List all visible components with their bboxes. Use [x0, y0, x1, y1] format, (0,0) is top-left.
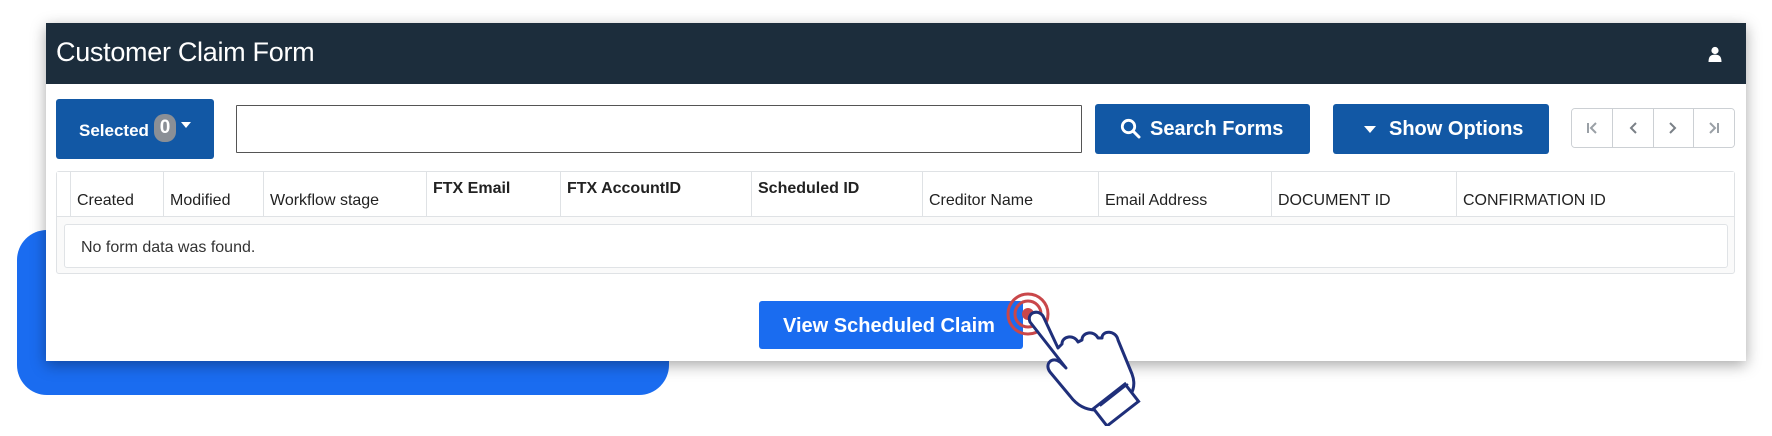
previous-page-icon: [1629, 122, 1637, 134]
first-page-button[interactable]: [1572, 109, 1613, 147]
view-scheduled-claim-button[interactable]: View Scheduled Claim: [759, 301, 1023, 349]
selected-count-badge: 0: [154, 114, 176, 142]
column-header-email-address[interactable]: Email Address: [1098, 172, 1271, 217]
user-icon[interactable]: [1708, 46, 1722, 62]
forms-table: Created Modified Workflow stage FTX Emai…: [56, 171, 1735, 274]
last-page-icon: [1709, 122, 1720, 134]
column-header-workflow-stage[interactable]: Workflow stage: [263, 172, 426, 217]
last-page-button[interactable]: [1694, 109, 1734, 147]
search-icon: [1120, 118, 1141, 139]
search-input[interactable]: [236, 105, 1082, 153]
column-header-document-id[interactable]: DOCUMENT ID: [1271, 172, 1456, 217]
search-forms-label: Search Forms: [1150, 118, 1284, 140]
page-title: Customer Claim Form: [56, 37, 315, 67]
pointing-hand-icon: [1006, 292, 1141, 426]
caret-down-icon: [181, 122, 191, 128]
column-header-scheduled-id[interactable]: Scheduled ID: [751, 172, 922, 217]
column-header-created[interactable]: Created: [70, 172, 163, 217]
app-window: Customer Claim Form Selected 0 Search Fo…: [46, 23, 1746, 361]
pagination-controls: [1571, 108, 1735, 148]
column-header-creditor-name[interactable]: Creditor Name: [922, 172, 1098, 217]
empty-message: No form data was found.: [81, 239, 256, 256]
next-page-icon: [1669, 122, 1677, 134]
previous-page-button[interactable]: [1612, 109, 1654, 147]
column-header-modified[interactable]: Modified: [163, 172, 263, 217]
selected-label: Selected: [79, 121, 149, 140]
show-options-button[interactable]: Show Options: [1333, 104, 1549, 154]
column-header-ftx-accountid[interactable]: FTX AccountID: [560, 172, 751, 217]
empty-table-row: No form data was found.: [64, 224, 1728, 268]
selected-dropdown-button[interactable]: Selected 0: [56, 99, 214, 159]
column-header-confirmation-id[interactable]: CONFIRMATION ID: [1456, 172, 1734, 217]
column-header-ftx-email[interactable]: FTX Email: [426, 172, 560, 217]
view-scheduled-claim-label: View Scheduled Claim: [783, 315, 995, 337]
show-options-label: Show Options: [1389, 118, 1524, 140]
caret-down-icon: [1364, 126, 1376, 133]
search-forms-button[interactable]: Search Forms: [1095, 104, 1310, 154]
first-page-icon: [1586, 122, 1597, 134]
next-page-button[interactable]: [1653, 109, 1695, 147]
title-bar: Customer Claim Form: [46, 23, 1746, 84]
table-header: Created Modified Workflow stage FTX Emai…: [57, 172, 1734, 217]
